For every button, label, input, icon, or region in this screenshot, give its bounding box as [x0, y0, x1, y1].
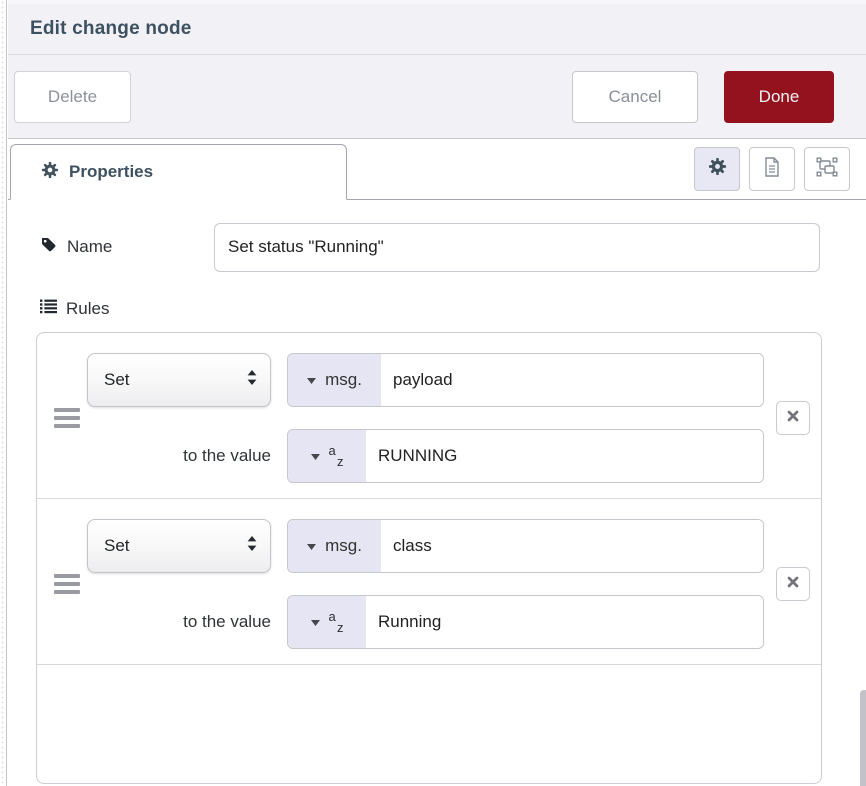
drag-handle[interactable] — [50, 566, 84, 602]
properties-gear-button[interactable] — [694, 147, 740, 191]
to-the-value-label: to the value — [183, 612, 287, 632]
property-typed-input: msg. — [287, 353, 764, 407]
caret-down-icon — [311, 613, 320, 631]
tag-icon — [40, 236, 57, 258]
string-type-icon: az — [329, 609, 344, 635]
gear-icon — [708, 157, 727, 181]
property-typed-input: msg. — [287, 519, 764, 573]
dialog-title: Edit change node — [30, 18, 192, 40]
to-the-value-label: to the value — [183, 446, 287, 466]
description-tab-button[interactable] — [749, 147, 795, 191]
value-type-button[interactable]: az — [288, 430, 366, 482]
property-type-button[interactable]: msg. — [288, 354, 381, 406]
cancel-button[interactable]: Cancel — [572, 71, 698, 123]
name-input[interactable] — [214, 223, 820, 272]
value-input[interactable] — [366, 430, 763, 482]
name-row: Name — [40, 222, 820, 272]
select-arrows-icon — [247, 370, 257, 390]
value-type-button[interactable]: az — [288, 596, 366, 648]
tab-properties[interactable]: Properties — [10, 144, 347, 200]
rule-row-2: Set msg. — [37, 498, 821, 664]
rules-container: Set msg. — [36, 332, 822, 784]
rule-action-select[interactable]: Set — [87, 353, 271, 407]
done-button[interactable]: Done — [724, 71, 834, 123]
value-typed-input: az — [287, 595, 764, 649]
object-group-icon — [816, 157, 838, 182]
value-typed-input: az — [287, 429, 764, 483]
rules-section-label: Rules — [40, 299, 820, 319]
tab-bar: Properties — [8, 139, 866, 200]
document-icon — [762, 156, 782, 183]
string-type-icon: az — [329, 443, 344, 469]
tray-header: Edit change node — [8, 0, 866, 55]
drag-handle[interactable] — [50, 400, 84, 436]
delete-rule-button[interactable] — [776, 401, 810, 435]
rule-action-select[interactable]: Set — [87, 519, 271, 573]
property-type-button[interactable]: msg. — [288, 520, 381, 572]
property-input[interactable] — [381, 520, 763, 572]
properties-form: Name Rules — [8, 200, 866, 786]
x-icon — [787, 575, 799, 593]
x-icon — [787, 409, 799, 427]
rule-separator — [37, 664, 821, 665]
rule-row-1: Set msg. — [37, 333, 821, 498]
caret-down-icon — [307, 537, 316, 555]
delete-rule-button[interactable] — [776, 567, 810, 601]
gear-icon — [41, 161, 59, 184]
scrollbar-thumb[interactable] — [860, 690, 866, 786]
workspace-grid-edge — [0, 0, 7, 786]
value-input[interactable] — [366, 596, 763, 648]
select-arrows-icon — [247, 536, 257, 556]
caret-down-icon — [307, 371, 316, 389]
tray-toolbar: Delete Cancel Done — [8, 55, 866, 139]
appearance-tab-button[interactable] — [804, 147, 850, 191]
delete-button[interactable]: Delete — [14, 71, 131, 123]
list-icon — [40, 299, 57, 319]
edit-tray: Edit change node Delete Cancel Done — [8, 0, 866, 786]
tab-icon-buttons — [694, 147, 850, 191]
caret-down-icon — [311, 447, 320, 465]
property-input[interactable] — [381, 354, 763, 406]
tab-properties-label: Properties — [69, 162, 153, 182]
edit-dialog: Edit change node Delete Cancel Done — [0, 0, 866, 786]
name-label: Name — [40, 236, 214, 258]
